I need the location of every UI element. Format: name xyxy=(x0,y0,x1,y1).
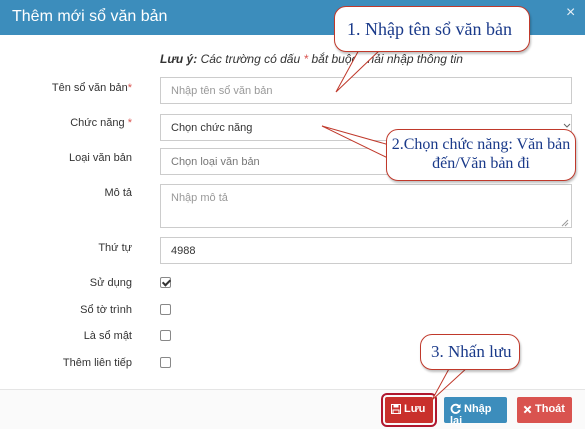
callout1-pointer xyxy=(335,47,384,93)
callout-step2: 2.Chọn chức năng: Văn bản đến/Văn bản đi xyxy=(386,129,576,181)
callout-step1: 1. Nhập tên sổ văn bản xyxy=(334,6,530,52)
callout-step1-text: 1. Nhập tên sổ văn bản xyxy=(347,19,512,39)
callout-step3-text: 3. Nhấn lưu xyxy=(431,342,512,361)
callout-step3: 3. Nhấn lưu xyxy=(420,334,520,370)
chevron-down-icon[interactable] xyxy=(563,118,571,134)
callout3-pointer xyxy=(431,366,470,401)
callout-step2-text: 2.Chọn chức năng: Văn bản đến/Văn bản đi xyxy=(391,136,571,172)
